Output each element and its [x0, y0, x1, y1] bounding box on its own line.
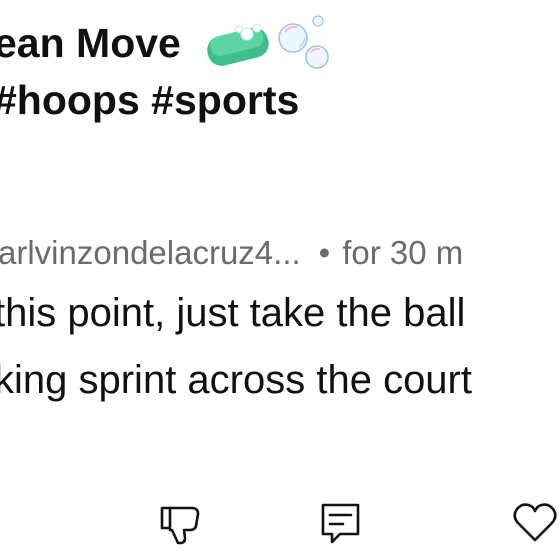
like-button[interactable]: [512, 500, 558, 546]
post-title-line-2: #hoops #sports: [0, 80, 299, 121]
comment-text-line-1: this point, just take the ball: [0, 291, 466, 335]
thumbs-down-icon: [160, 506, 200, 545]
comment-author[interactable]: arlvinzondelacruz4...: [0, 234, 301, 271]
post-title-line-1: ean Move: [0, 23, 181, 64]
post-title-text: ean Move: [0, 20, 181, 66]
meta-separator: •: [318, 234, 331, 271]
comment-meta: arlvinzondelacruz4... • for 30 m: [0, 236, 463, 269]
dislike-button[interactable]: [158, 500, 204, 546]
comment-timestamp: for 30 m: [342, 234, 464, 271]
comment-text-line-2: king sprint across the court: [0, 358, 472, 402]
soap-bubbles-emoji: [205, 14, 340, 74]
reply-button[interactable]: [318, 500, 364, 546]
heart-icon: [513, 503, 557, 542]
comment-icon: [321, 503, 360, 544]
post-hashtags: #hoops #sports: [0, 77, 300, 123]
